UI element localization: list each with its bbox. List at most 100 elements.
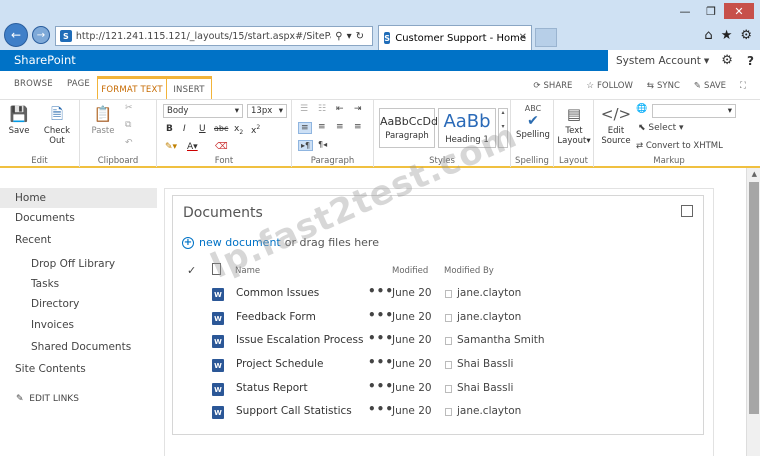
sharepoint-brand[interactable]: SharePoint bbox=[14, 53, 76, 67]
align-right-icon[interactable]: ≡ bbox=[336, 122, 344, 132]
forward-button[interactable]: → bbox=[32, 26, 50, 44]
minimize-button[interactable]: — bbox=[672, 3, 698, 19]
ellipsis-menu-icon[interactable]: ••• bbox=[368, 402, 394, 416]
underline-button[interactable]: U bbox=[199, 124, 206, 134]
address-actions[interactable]: ⚲▾↻ bbox=[335, 31, 368, 42]
document-modified-by[interactable]: jane.clayton bbox=[457, 405, 521, 417]
text-layout-button[interactable]: ▤ Text Layout▾ bbox=[556, 104, 592, 147]
style-heading-1[interactable]: AaBb Heading 1 bbox=[438, 108, 496, 148]
highlight-icon[interactable]: ✎▾ bbox=[165, 142, 177, 152]
new-document-link[interactable]: new document bbox=[199, 236, 281, 249]
tab-insert[interactable]: INSERT bbox=[167, 76, 212, 100]
ellipsis-menu-icon[interactable]: ••• bbox=[368, 355, 394, 369]
undo-icon[interactable]: ↶ bbox=[125, 138, 133, 148]
align-left-icon[interactable]: ≡ bbox=[298, 122, 312, 134]
numbering-icon[interactable]: ☷ bbox=[318, 104, 326, 114]
document-modified-by[interactable]: Samantha Smith bbox=[457, 334, 545, 346]
maximize-button[interactable]: ❐ bbox=[698, 3, 724, 19]
table-row[interactable]: W Project Schedule ••• June 20 Shai Bass… bbox=[172, 354, 704, 377]
copy-icon[interactable]: ⧉ bbox=[125, 120, 131, 130]
markup-styles-select[interactable]: ▾ bbox=[652, 104, 736, 118]
share-button[interactable]: ⟳ SHARE bbox=[533, 81, 572, 91]
superscript-button[interactable]: x2 bbox=[251, 124, 260, 136]
nav-item-directory[interactable]: Directory bbox=[31, 298, 79, 310]
webpart-select-checkbox[interactable] bbox=[681, 205, 693, 217]
tab-page[interactable]: PAGE bbox=[67, 79, 90, 89]
align-center-icon[interactable]: ≡ bbox=[318, 122, 326, 132]
styles-scroll[interactable]: ▴ ▾ bbox=[498, 108, 508, 148]
ellipsis-menu-icon[interactable]: ••• bbox=[368, 331, 394, 345]
document-modified-by[interactable]: Shai Bassli bbox=[457, 382, 513, 394]
document-name[interactable]: Feedback Form bbox=[236, 311, 316, 323]
save-page-button[interactable]: ✎ SAVE bbox=[694, 81, 726, 91]
bullets-icon[interactable]: ☰ bbox=[300, 104, 308, 114]
column-header-modified[interactable]: Modified bbox=[392, 266, 428, 276]
table-row[interactable]: W Common Issues ••• June 20 jane.clayton bbox=[172, 283, 704, 306]
bold-button[interactable]: B bbox=[166, 124, 173, 134]
italic-button[interactable]: I bbox=[183, 124, 186, 134]
column-header-name[interactable]: Name bbox=[235, 266, 260, 276]
sync-button[interactable]: ⇆ SYNC bbox=[647, 81, 680, 91]
close-window-button[interactable]: ✕ bbox=[724, 3, 754, 19]
ellipsis-menu-icon[interactable]: ••• bbox=[368, 284, 394, 298]
nav-item-drop-off-library[interactable]: Drop Off Library bbox=[31, 258, 115, 270]
indent-icon[interactable]: ⇥ bbox=[354, 104, 362, 114]
address-text[interactable]: http://121.241.115.121/_layouts/15/start… bbox=[76, 31, 331, 42]
document-name[interactable]: Support Call Statistics bbox=[236, 405, 352, 417]
edit-links-button[interactable]: ✎ EDIT LINKS bbox=[16, 394, 79, 404]
nav-item-recent[interactable]: Recent bbox=[15, 234, 51, 246]
style-paragraph[interactable]: AaBbCcDdI Paragraph bbox=[379, 108, 441, 148]
focus-content-button[interactable]: ⛶ bbox=[740, 81, 746, 91]
nav-item-tasks[interactable]: Tasks bbox=[31, 278, 59, 290]
tools-gear-icon[interactable]: ⚙ bbox=[740, 28, 752, 43]
table-row[interactable]: W Issue Escalation Process ••• June 20 S… bbox=[172, 330, 704, 353]
tab-close-icon[interactable]: ✕ bbox=[519, 32, 527, 43]
font-size-select[interactable]: 13px ▾ bbox=[247, 104, 287, 118]
column-header-modified-by[interactable]: Modified By bbox=[444, 266, 494, 276]
font-color-icon[interactable]: A▾ bbox=[187, 142, 198, 152]
edit-source-button[interactable]: </> Edit Source bbox=[598, 104, 634, 147]
table-row[interactable]: W Status Report ••• June 20 Shai Bassli bbox=[172, 378, 704, 401]
document-modified-by[interactable]: jane.clayton bbox=[457, 311, 521, 323]
spelling-button[interactable]: ABC ✔ Spelling bbox=[513, 104, 553, 140]
document-name[interactable]: Status Report bbox=[236, 382, 308, 394]
outdent-icon[interactable]: ⇤ bbox=[336, 104, 344, 114]
select-button[interactable]: ⬉ Select ▾ bbox=[638, 123, 684, 133]
subscript-button[interactable]: x2 bbox=[234, 124, 243, 136]
search-icon[interactable]: ⚲ bbox=[335, 31, 346, 42]
settings-gear-icon[interactable]: ⚙ bbox=[721, 53, 733, 68]
nav-item-shared-documents[interactable]: Shared Documents bbox=[31, 341, 131, 353]
scrollbar-thumb[interactable] bbox=[749, 182, 759, 414]
document-name[interactable]: Issue Escalation Process bbox=[236, 334, 363, 346]
plus-circle-icon[interactable]: + bbox=[182, 236, 194, 249]
address-bar[interactable]: S http://121.241.115.121/_layouts/15/sta… bbox=[55, 26, 373, 46]
rtl-icon[interactable]: ¶◂ bbox=[318, 140, 327, 149]
follow-button[interactable]: ☆ FOLLOW bbox=[586, 81, 632, 91]
document-modified-by[interactable]: Shai Bassli bbox=[457, 358, 513, 370]
font-family-select[interactable]: Body ▾ bbox=[163, 104, 243, 118]
home-icon[interactable]: ⌂ bbox=[704, 28, 712, 43]
save-button[interactable]: 💾 Save bbox=[6, 104, 32, 137]
nav-item-documents[interactable]: Documents bbox=[15, 212, 75, 224]
back-button[interactable]: ← bbox=[4, 23, 28, 47]
document-modified-by[interactable]: jane.clayton bbox=[457, 287, 521, 299]
webpart-title[interactable]: Documents bbox=[183, 205, 263, 221]
ltr-icon[interactable]: ▸¶ bbox=[298, 140, 314, 151]
refresh-icon[interactable]: ↻ bbox=[356, 31, 368, 42]
paste-button[interactable]: 📋 Paste bbox=[88, 104, 118, 137]
nav-item-site-contents[interactable]: Site Contents bbox=[15, 363, 86, 375]
check-out-button[interactable]: 🗎 Check Out bbox=[36, 104, 78, 147]
select-all-checkmark-icon[interactable]: ✓ bbox=[187, 264, 196, 277]
help-button[interactable]: ? bbox=[747, 54, 754, 68]
convert-xhtml-button[interactable]: ⇄ Convert to XHTML bbox=[636, 141, 723, 151]
favorites-star-icon[interactable]: ★ bbox=[721, 28, 733, 43]
document-name[interactable]: Project Schedule bbox=[236, 358, 324, 370]
ellipsis-menu-icon[interactable]: ••• bbox=[368, 379, 394, 393]
account-menu[interactable]: System Account bbox=[616, 55, 701, 67]
table-row[interactable]: W Support Call Statistics ••• June 20 ja… bbox=[172, 401, 704, 424]
table-row[interactable]: W Feedback Form ••• June 20 jane.clayton bbox=[172, 307, 704, 330]
scroll-up-icon[interactable]: ▲ bbox=[752, 170, 757, 178]
strikethrough-button[interactable]: abc bbox=[214, 124, 228, 133]
browser-tab-active[interactable]: S Customer Support - Home ✕ bbox=[378, 25, 532, 50]
ellipsis-menu-icon[interactable]: ••• bbox=[368, 308, 394, 322]
